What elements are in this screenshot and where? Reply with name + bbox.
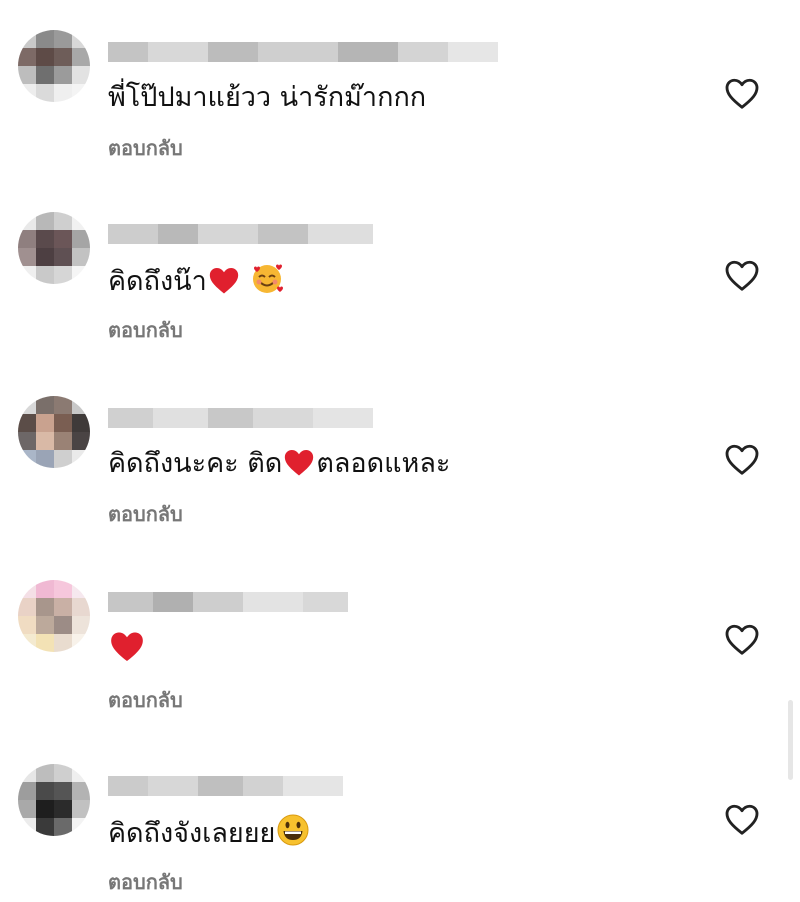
avatar[interactable] bbox=[18, 396, 90, 468]
comment-text bbox=[108, 628, 146, 670]
username-blurred[interactable] bbox=[108, 408, 373, 428]
reply-button[interactable]: ตอบกลับ bbox=[108, 314, 183, 346]
avatar[interactable] bbox=[18, 212, 90, 284]
scrollbar[interactable] bbox=[788, 700, 793, 780]
reply-button[interactable]: ตอบกลับ bbox=[108, 684, 183, 716]
comment-text: คิดถึงนะคะ ติด ตลอดแหละ bbox=[108, 448, 451, 479]
username-blurred[interactable] bbox=[108, 776, 343, 796]
heart-outline-icon[interactable] bbox=[724, 622, 760, 656]
comment-text: พี่โป๊ปมาแย้วว น่ารักม๊ากกก bbox=[108, 82, 427, 113]
reply-button[interactable]: ตอบกลับ bbox=[108, 132, 183, 164]
comment-text: คิดถึงน๊า bbox=[108, 260, 285, 302]
avatar[interactable] bbox=[18, 764, 90, 836]
reply-button[interactable]: ตอบกลับ bbox=[108, 498, 183, 530]
avatar[interactable] bbox=[18, 580, 90, 652]
heart-outline-icon[interactable] bbox=[724, 76, 760, 110]
red-heart-icon bbox=[285, 449, 314, 476]
heart-outline-icon[interactable] bbox=[724, 442, 760, 476]
heart-outline-icon[interactable] bbox=[724, 802, 760, 836]
username-blurred[interactable] bbox=[108, 592, 348, 612]
comment-text: คิดถึงจังเลยยย bbox=[108, 812, 311, 854]
username-blurred[interactable] bbox=[108, 224, 373, 244]
grinning-face-icon bbox=[277, 814, 309, 846]
smiling-face-with-hearts-icon bbox=[253, 264, 284, 293]
red-heart-icon bbox=[209, 267, 238, 294]
avatar[interactable] bbox=[18, 30, 90, 102]
red-heart-icon bbox=[111, 632, 143, 662]
heart-outline-icon[interactable] bbox=[724, 258, 760, 292]
reply-button[interactable]: ตอบกลับ bbox=[108, 866, 183, 898]
username-blurred[interactable] bbox=[108, 42, 498, 62]
